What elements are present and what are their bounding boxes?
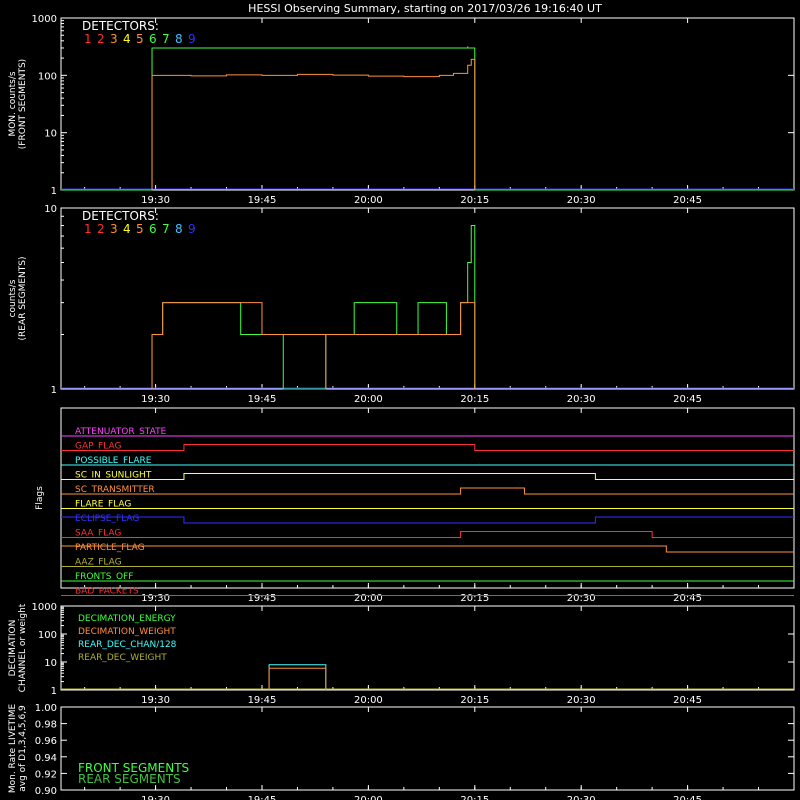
front-legend-item: 4 (123, 32, 131, 46)
rear-xtick-label: 20:45 (673, 394, 702, 405)
decimation-legend-item: REAR_DEC_WEIGHT (78, 653, 167, 663)
livetime-xtick-label: 20:15 (460, 795, 489, 800)
flag-trace (61, 516, 794, 524)
flags-xtick-label: 19:30 (141, 593, 170, 604)
decimation-legend-item: DECIMATION_ENERGY (78, 614, 176, 624)
rear-legend-item: 3 (110, 222, 118, 236)
flags-xtick-label: 20:15 (460, 593, 489, 604)
flags-axes-frame (60, 407, 795, 589)
front-ylabel: MON. counts/s (8, 71, 18, 136)
rear-legend-title: DETECTORS: (82, 209, 159, 223)
rear-series-line (151, 225, 476, 390)
flag-trace (61, 444, 794, 451)
front-ylabel2: (FRONT SEGMENTS) (18, 59, 28, 149)
livetime-xtick-label: 19:30 (141, 795, 170, 800)
rear-legend-item: 5 (136, 222, 144, 236)
front-series-line (61, 46, 794, 191)
decimation-xtick-label: 20:30 (567, 695, 596, 706)
rear-ytick-label: 10 (44, 204, 57, 215)
decimation-xtick-label: 20:15 (460, 695, 489, 706)
rear-xtick-label: 19:45 (248, 394, 277, 405)
decimation-legend-item: REAR_DEC_CHAN/128 (78, 640, 177, 650)
livetime-ytick-label: 0.96 (35, 736, 57, 747)
front-legend-item: 2 (97, 32, 105, 46)
flag-trace (61, 545, 794, 553)
decimation-ytick-label: 10 (44, 658, 57, 669)
rear-xtick-label: 19:30 (141, 394, 170, 405)
decimation-xtick-label: 19:30 (141, 695, 170, 706)
rear-legend-item: 8 (175, 222, 183, 236)
front-ytick-label: 10 (44, 129, 57, 140)
rear-legend-item: 9 (188, 222, 196, 236)
decimation-ylabel2: CHANNEL or weight (18, 603, 28, 692)
flag-trace (61, 473, 794, 480)
rear-ytick-label: 1 (51, 385, 57, 396)
livetime-ytick-label: 0.90 (35, 786, 57, 797)
front-xtick-label: 20:45 (673, 195, 702, 206)
hessi-summary-figure: HESSI Observing Summary, starting on 201… (8, 2, 795, 800)
rear-legend-item: 6 (149, 222, 157, 236)
rear-xtick-label: 20:15 (460, 394, 489, 405)
front-legend-item: 9 (188, 32, 196, 46)
decimation-xtick-label: 20:45 (673, 695, 702, 706)
front-legend-item: 6 (149, 32, 157, 46)
flags-xtick-label: 20:45 (673, 593, 702, 604)
front-legend-item: 8 (175, 32, 183, 46)
livetime-xtick-label: 20:45 (673, 795, 702, 800)
livetime-xtick-label: 20:30 (567, 795, 596, 800)
decimation-legend-item: DECIMATION_WEIGHT (78, 627, 176, 637)
decimation-ytick-label: 100 (38, 630, 57, 641)
decimation-ytick-label: 1000 (32, 602, 57, 613)
decimation-xtick-label: 20:00 (354, 695, 383, 706)
livetime-xtick-label: 19:45 (248, 795, 277, 800)
front-ytick-label: 100 (38, 71, 57, 82)
decimation-xtick-label: 19:45 (248, 695, 277, 706)
front-xtick-label: 19:45 (248, 195, 277, 206)
front-series-line (151, 58, 476, 190)
livetime-ylabel2: avg of D1,3,4,5,6,9 (18, 705, 28, 792)
front-legend-item: 3 (110, 32, 118, 46)
flags-ylabel: Flags (35, 486, 45, 510)
front-axes-frame (60, 17, 795, 191)
front-ytick-label: 1 (51, 186, 57, 197)
rear-ylabel: counts/s (8, 279, 18, 317)
flag-label: PARTICLE_FLAG (75, 543, 145, 553)
front-legend-item: 1 (84, 32, 92, 46)
livetime-ylabel: Mon. Rate LIVETIME (8, 704, 18, 794)
decimation-series-line (268, 667, 327, 690)
rear-xtick-label: 20:00 (354, 394, 383, 405)
flag-trace (61, 531, 794, 538)
flags-xtick-label: 20:30 (567, 593, 596, 604)
flag-label: ECLIPSE_FLAG (75, 514, 139, 524)
rear-legend-item: 7 (162, 222, 170, 236)
rear-xtick-label: 20:30 (567, 394, 596, 405)
front-legend-item: 5 (136, 32, 144, 46)
livetime-ytick-label: 0.98 (35, 720, 57, 731)
rear-legend-item: 4 (123, 222, 131, 236)
front-xtick-label: 19:30 (141, 195, 170, 206)
rear-legend-item: 1 (84, 222, 92, 236)
front-legend-title: DETECTORS: (82, 19, 159, 33)
figure-title: HESSI Observing Summary, starting on 201… (248, 2, 602, 15)
front-xtick-label: 20:15 (460, 195, 489, 206)
flags-xtick-label: 19:45 (248, 593, 277, 604)
front-xtick-label: 20:30 (567, 195, 596, 206)
livetime-legend-item: REAR SEGMENTS (78, 772, 181, 786)
livetime-ytick-label: 0.94 (35, 753, 57, 764)
rear-ylabel2: (REAR SEGMENTS) (18, 256, 28, 340)
flag-trace (61, 487, 794, 495)
rear-series-line (151, 302, 476, 389)
flags-xtick-label: 20:00 (354, 593, 383, 604)
rear-axes-frame (60, 207, 795, 390)
front-legend-item: 7 (162, 32, 170, 46)
front-xtick-label: 20:00 (354, 195, 383, 206)
livetime-ytick-label: 0.92 (35, 769, 57, 780)
livetime-ytick-label: 1.00 (35, 703, 57, 714)
front-ytick-label: 1000 (32, 14, 57, 25)
livetime-xtick-label: 20:00 (354, 795, 383, 800)
rear-legend-item: 2 (97, 222, 105, 236)
decimation-ytick-label: 1 (51, 686, 57, 697)
decimation-ylabel: DECIMATION (8, 620, 18, 677)
